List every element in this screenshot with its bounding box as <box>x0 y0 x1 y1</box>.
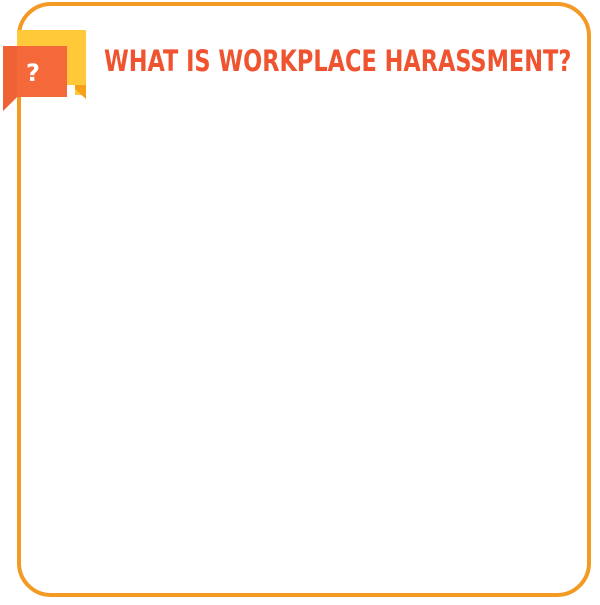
question-speech-bubble-icon: ? <box>3 27 87 113</box>
question-mark-glyph: ? <box>26 59 40 87</box>
page-title: WHAT IS WORKPLACE HARASSMENT? <box>104 44 572 78</box>
content-card-frame <box>17 2 591 597</box>
content-area <box>51 106 599 586</box>
slide-canvas: ? WHAT IS WORKPLACE HARASSMENT? <box>0 0 600 605</box>
